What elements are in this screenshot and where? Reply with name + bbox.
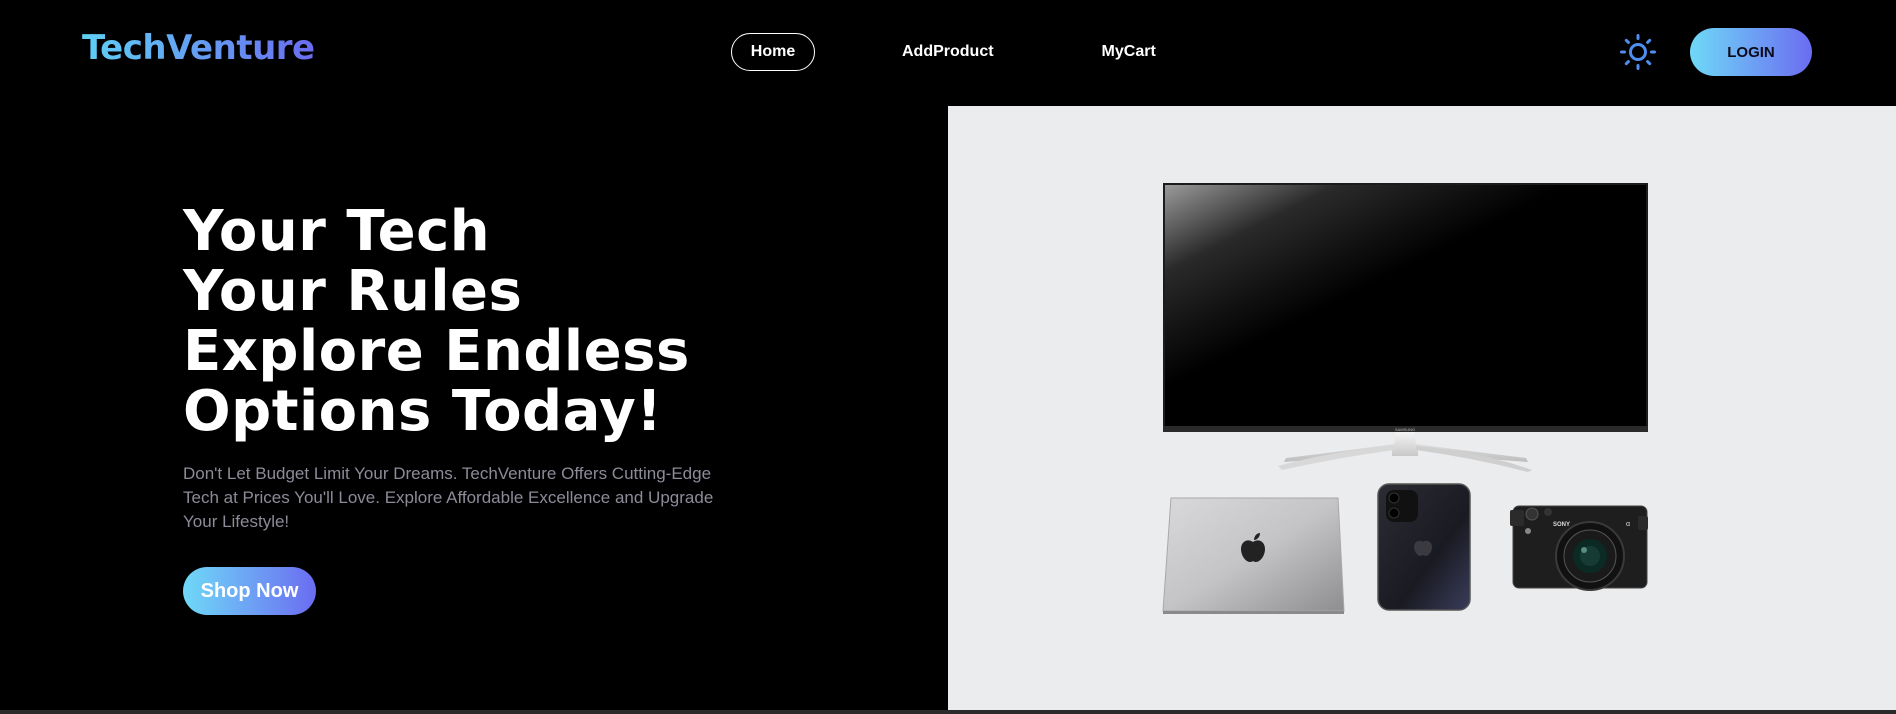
hero-title-line: Options Today!: [183, 379, 663, 444]
laptop-image: [1162, 497, 1345, 614]
bottom-divider: [0, 710, 1896, 714]
nav-link-my-cart[interactable]: MyCart: [1081, 33, 1177, 71]
tv-brand-label: SAMSUNG: [1395, 427, 1415, 432]
hero-title-line: Your Tech: [183, 199, 491, 264]
main-nav: Home AddProduct MyCart: [731, 33, 1177, 71]
hero-title: Your Tech Your Rules Explore Endless Opt…: [183, 202, 743, 442]
hero-text-section: Your Tech Your Rules Explore Endless Opt…: [0, 106, 948, 710]
navbar: TechVenture Home AddProduct MyCart LOGIN: [0, 0, 1896, 106]
hero-description: Don't Let Budget Limit Your Dreams. Tech…: [183, 464, 714, 531]
hero-image-panel: SAMSUNG SONY α: [948, 106, 1896, 710]
theme-toggle-sun-icon[interactable]: [1620, 34, 1656, 70]
products-image: SAMSUNG SONY α: [1162, 183, 1648, 614]
nav-link-add-product[interactable]: AddProduct: [881, 33, 1015, 71]
login-button[interactable]: LOGIN: [1690, 28, 1812, 76]
hero-title-line: Your Rules: [183, 259, 523, 324]
shop-now-button[interactable]: Shop Now: [183, 567, 316, 615]
brand-logo[interactable]: TechVenture: [82, 28, 315, 68]
tv-image: SAMSUNG: [1163, 183, 1648, 472]
svg-text:α: α: [1626, 521, 1630, 528]
phone-image: [1377, 483, 1471, 611]
hero-title-line: Explore Endless: [183, 319, 690, 384]
svg-text:SONY: SONY: [1553, 522, 1570, 528]
camera-image: SONY α: [1510, 505, 1648, 591]
nav-link-home[interactable]: Home: [731, 33, 815, 71]
